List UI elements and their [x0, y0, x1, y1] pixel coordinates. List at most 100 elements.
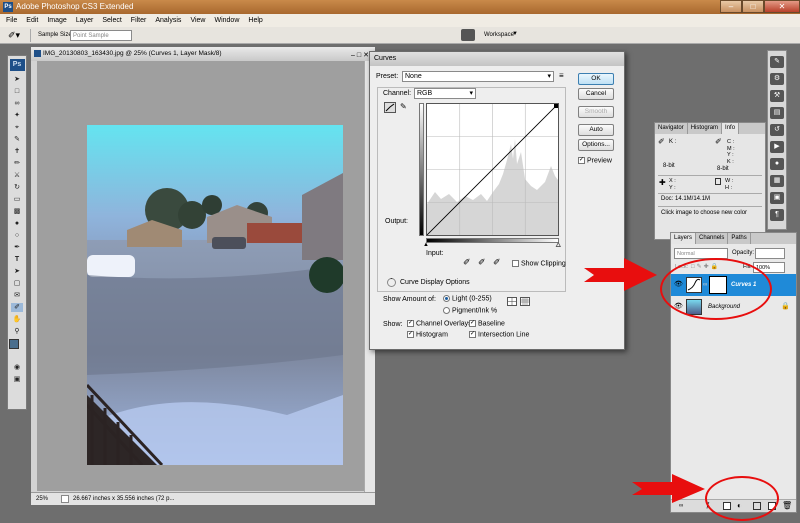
menu-image[interactable]: Image: [47, 17, 66, 24]
preview-check[interactable]: ✓: [578, 157, 585, 164]
dock-layer-comps-icon[interactable]: ▤: [770, 107, 784, 119]
intersection-line-check[interactable]: ✓: [469, 331, 476, 338]
dock-brushes-icon[interactable]: ✎: [770, 56, 784, 68]
eyedropper-tool-preset-icon[interactable]: ✐▾: [8, 30, 26, 41]
intersection-line-checkbox[interactable]: ✓ Intersection Line: [469, 331, 529, 338]
type-tool-icon[interactable]: T: [11, 255, 23, 264]
zoom-tool-icon[interactable]: ⚲: [11, 327, 23, 336]
dock-paragraph-icon[interactable]: ¶: [770, 209, 784, 221]
brush-tool-icon[interactable]: ✏: [11, 159, 23, 168]
pigment-radio-button[interactable]: [443, 307, 450, 314]
screen-mode-icon[interactable]: ▣: [11, 375, 23, 384]
workspace-chevron-icon[interactable]: ▼: [512, 31, 518, 37]
close-button[interactable]: ✕: [764, 0, 800, 13]
histogram-check[interactable]: ✓: [407, 331, 414, 338]
marquee-tool-icon[interactable]: □: [11, 87, 23, 96]
black-point-slider-icon[interactable]: ▲: [423, 242, 429, 248]
white-point-slider-icon[interactable]: △: [556, 241, 561, 249]
menu-window[interactable]: Window: [214, 17, 239, 24]
blur-tool-icon[interactable]: ●: [11, 219, 23, 228]
auto-button[interactable]: Auto: [578, 124, 614, 136]
opacity-input[interactable]: [755, 248, 785, 259]
gray-eyedropper-icon[interactable]: ✐: [478, 257, 486, 268]
detailed-grid-icon[interactable]: [520, 297, 530, 306]
simple-grid-icon[interactable]: [507, 297, 517, 306]
channel-overlays-check[interactable]: ✓: [407, 320, 414, 327]
baseline-checkbox[interactable]: ✓ Baseline: [469, 320, 505, 327]
pencil-draw-icon[interactable]: ✎: [400, 102, 410, 113]
menu-view[interactable]: View: [190, 17, 205, 24]
menu-select[interactable]: Select: [102, 17, 121, 24]
shape-tool-icon[interactable]: ▢: [11, 279, 23, 288]
show-clipping-checkbox[interactable]: Show Clipping: [512, 260, 566, 267]
pen-tool-icon[interactable]: ✒: [11, 243, 23, 252]
bridge-icon[interactable]: [461, 29, 475, 41]
show-clipping-check[interactable]: [512, 260, 519, 267]
curve-graph[interactable]: [426, 103, 559, 236]
notes-tool-icon[interactable]: ✉: [11, 291, 23, 300]
lasso-tool-icon[interactable]: ∞: [11, 99, 23, 108]
tab-histogram[interactable]: Histogram: [688, 123, 723, 134]
dock-actions-icon[interactable]: ▶: [770, 141, 784, 153]
gradient-tool-icon[interactable]: ▩: [11, 207, 23, 216]
dodge-tool-icon[interactable]: ○: [11, 231, 23, 240]
pigment-radio[interactable]: Pigment/Ink %: [443, 307, 497, 314]
baseline-check[interactable]: ✓: [469, 320, 476, 327]
tab-navigator[interactable]: Navigator: [655, 123, 688, 134]
history-brush-tool-icon[interactable]: ↻: [11, 183, 23, 192]
sample-size-select[interactable]: Point Sample: [70, 30, 132, 41]
color-swatches[interactable]: [9, 339, 25, 355]
histogram-checkbox[interactable]: ✓ Histogram: [407, 331, 448, 338]
clone-stamp-tool-icon[interactable]: ⚔: [11, 171, 23, 180]
tab-info[interactable]: Info: [722, 123, 740, 134]
slice-tool-icon[interactable]: ✎: [11, 135, 23, 144]
tab-channels[interactable]: Channels: [696, 233, 729, 244]
quick-mask-icon[interactable]: ◉: [11, 363, 23, 372]
dock-clone-source-icon[interactable]: ⚙: [770, 73, 784, 85]
menu-filter[interactable]: Filter: [131, 17, 147, 24]
white-eyedropper-icon[interactable]: ✐: [493, 257, 501, 268]
black-eyedropper-icon[interactable]: ✐: [463, 257, 471, 268]
channel-overlays-checkbox[interactable]: ✓ Channel Overlays: [407, 320, 472, 327]
menu-edit[interactable]: Edit: [26, 17, 38, 24]
foreground-color-swatch[interactable]: [9, 339, 19, 349]
curve-display-options-expander-icon[interactable]: ˆ: [387, 278, 396, 287]
dock-color-icon[interactable]: ●: [770, 158, 784, 170]
curve-edit-points-icon[interactable]: [384, 102, 396, 113]
delete-layer-icon[interactable]: 🗑: [782, 501, 792, 510]
eraser-tool-icon[interactable]: ▭: [11, 195, 23, 204]
document-canvas[interactable]: [37, 61, 364, 491]
preset-options-icon[interactable]: ≡: [559, 71, 564, 80]
ok-button[interactable]: OK: [578, 73, 614, 85]
magic-wand-tool-icon[interactable]: ✦: [11, 111, 23, 120]
menu-layer[interactable]: Layer: [76, 17, 94, 24]
menu-help[interactable]: Help: [248, 17, 262, 24]
tab-paths[interactable]: Paths: [728, 233, 751, 244]
cancel-button[interactable]: Cancel: [578, 88, 614, 100]
move-tool-icon[interactable]: ➤: [11, 75, 23, 84]
status-menu-icon[interactable]: [61, 495, 69, 503]
menu-file[interactable]: File: [6, 17, 17, 24]
dock-swatches-icon[interactable]: ▦: [770, 175, 784, 187]
channel-select[interactable]: RGB ▾: [414, 88, 476, 99]
dock-tool-presets-icon[interactable]: ⚒: [770, 90, 784, 102]
preset-select[interactable]: None ▾: [402, 71, 554, 82]
workspace-label[interactable]: Workspace: [484, 32, 514, 38]
dock-styles-icon[interactable]: ▣: [770, 192, 784, 204]
tab-layers[interactable]: Layers: [671, 233, 697, 244]
eyedropper-tool-icon[interactable]: ✐: [11, 303, 23, 312]
light-radio[interactable]: Light (0-255): [443, 295, 492, 302]
minimize-button[interactable]: –: [720, 0, 742, 13]
options-button[interactable]: Options...: [578, 139, 614, 151]
preview-checkbox[interactable]: ✓ Preview: [578, 157, 612, 164]
maximize-button[interactable]: □: [742, 0, 764, 13]
menu-analysis[interactable]: Analysis: [155, 17, 181, 24]
smooth-button[interactable]: Smooth: [578, 106, 614, 118]
path-selection-tool-icon[interactable]: ➤: [11, 267, 23, 276]
light-radio-button[interactable]: [443, 295, 450, 302]
dock-history-icon[interactable]: ↺: [770, 124, 784, 136]
healing-brush-tool-icon[interactable]: ✝: [11, 147, 23, 156]
crop-tool-icon[interactable]: ⌖: [11, 123, 23, 132]
zoom-level[interactable]: 25%: [36, 493, 48, 505]
hand-tool-icon[interactable]: ✋: [11, 315, 23, 324]
